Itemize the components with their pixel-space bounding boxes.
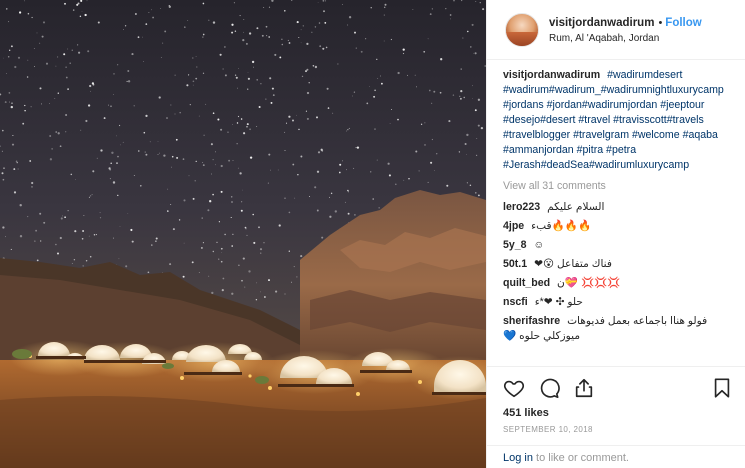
comment-username-link[interactable]: 4jpe (503, 220, 524, 232)
bookmark-icon[interactable] (711, 377, 733, 399)
avatar[interactable] (505, 12, 539, 47)
comment-username-link[interactable]: quilt_bed (503, 277, 550, 289)
comment-item: sherifashre فولو هناا باجماعه بعمل فديوه… (503, 314, 733, 344)
view-all-comments-link[interactable]: View all 31 comments (503, 179, 733, 194)
comment-username-link[interactable]: 50t.1 (503, 258, 527, 270)
comment-text: حلو ✣ ❤*ء (534, 296, 583, 308)
comment-username-link[interactable]: sherifashre (503, 315, 560, 327)
comment-item: lero223 السلام عليكم (503, 200, 733, 215)
post-sidebar: visitjordanwadirum • Follow Rum, Al 'Aqa… (486, 0, 745, 468)
post-header: visitjordanwadirum • Follow Rum, Al 'Aqa… (487, 0, 745, 60)
action-icons-row (503, 373, 733, 403)
caption-username-link[interactable]: visitjordanwadirum (503, 69, 600, 81)
follow-button[interactable]: Follow (665, 16, 701, 31)
post-date: SEPTEMBER 10, 2018 (503, 425, 593, 434)
heart-icon[interactable] (503, 377, 525, 399)
comment-text: 🔥🔥🔥قبء (531, 220, 592, 232)
comment-item: 50t.1 فناك متفاعل 😮❤ (503, 257, 733, 272)
desert-camp-night-photo (0, 0, 486, 468)
comment-text: فناك متفاعل 😮❤ (534, 258, 612, 270)
comment-username-link[interactable]: lero223 (503, 201, 540, 213)
share-icon[interactable] (573, 377, 595, 399)
location-link[interactable]: Rum, Al 'Aqabah, Jordan (549, 31, 702, 46)
login-link[interactable]: Log in (503, 452, 533, 464)
comment-item: 4jpe 🔥🔥🔥قبء (503, 219, 733, 234)
comment-text: السلام عليكم (547, 201, 605, 213)
comment-icon[interactable] (538, 377, 560, 399)
comment-username-link[interactable]: 5y_8 (503, 239, 527, 251)
login-suffix-text: to like or comment. (532, 452, 629, 464)
header-text: visitjordanwadirum • Follow Rum, Al 'Aqa… (549, 16, 702, 46)
instagram-post: visitjordanwadirum • Follow Rum, Al 'Aqa… (0, 0, 745, 468)
separator-dot: • (658, 16, 663, 29)
comment-text: ☺ (533, 239, 545, 251)
caption-hashtags[interactable]: #wadirumdesert #wadirum#wadirum_#wadirum… (503, 69, 724, 171)
header-username-link[interactable]: visitjordanwadirum (549, 16, 654, 31)
comments-section: visitjordanwadirum #wadirumdesert #wadir… (487, 60, 745, 366)
comment-item: nscfi حلو ✣ ❤*ء (503, 295, 733, 310)
login-prompt: Log in to like or comment. (487, 445, 745, 468)
header-row: visitjordanwadirum • Follow (549, 16, 702, 31)
comment-item: 5y_8 ☺ (503, 238, 733, 253)
post-actions: 451 likes SEPTEMBER 10, 2018 (487, 366, 745, 434)
comment-username-link[interactable]: nscfi (503, 296, 528, 308)
likes-count[interactable]: 451 likes (503, 407, 733, 419)
comment-text: 💢💢💢 💝ن (557, 277, 621, 289)
post-photo[interactable] (0, 0, 486, 468)
comment-item: quilt_bed 💢💢💢 💝ن (503, 276, 733, 291)
post-caption: visitjordanwadirum #wadirumdesert #wadir… (503, 68, 733, 173)
